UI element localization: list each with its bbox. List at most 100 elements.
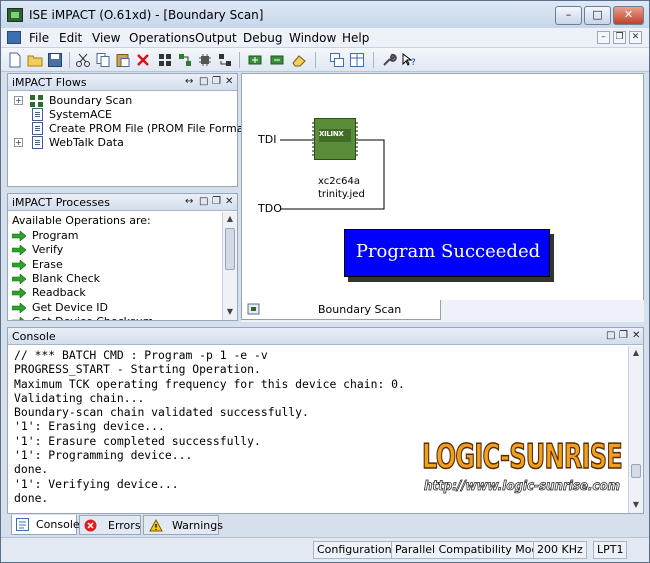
device-name: xc2c64a <box>318 176 360 187</box>
menu-edit[interactable]: Edit <box>59 31 82 45</box>
menu-operations[interactable]: Operations <box>129 31 195 45</box>
close-button[interactable]: ✕ <box>613 6 644 25</box>
scroll-thumb[interactable] <box>225 228 235 270</box>
green-arrow-icon <box>12 316 25 320</box>
boundary-scan-tab-icon <box>247 303 260 315</box>
program-succeeded-banner: Program Succeeded <box>344 229 550 277</box>
tab-errors[interactable]: Errors <box>79 515 141 535</box>
processes-panel-header: iMPACT Processes ↔ □ ❐ ✕ <box>8 194 237 211</box>
erase-icon[interactable] <box>291 52 307 68</box>
minimize-button[interactable]: – <box>555 6 582 25</box>
cascade-icon[interactable] <box>329 52 345 68</box>
flow-item-label: SystemACE <box>49 108 112 121</box>
chain2-icon[interactable] <box>177 52 193 68</box>
copy-icon[interactable] <box>95 52 111 68</box>
processes-scrollbar[interactable]: ▲ ▼ <box>222 212 237 320</box>
operation-label: Blank Check <box>32 271 101 285</box>
tab-boundary-scan[interactable]: Boundary Scan <box>241 300 441 320</box>
toolbar-separator <box>315 52 316 68</box>
add-device-icon[interactable] <box>247 52 263 68</box>
flow-item-webtalk[interactable]: + WebTalk Data <box>8 136 236 150</box>
status-cable-mode: Parallel Compatibility Mode <box>391 541 550 559</box>
green-arrow-icon <box>12 302 26 313</box>
document-icon <box>32 136 43 149</box>
document-icon <box>32 108 43 121</box>
document-window-icon[interactable] <box>7 31 21 44</box>
tab-warnings[interactable]: Warnings <box>143 515 223 535</box>
maximize-icon[interactable]: ❐ <box>619 330 628 341</box>
paste-icon[interactable] <box>115 52 131 68</box>
whats-this-icon[interactable]: ? <box>401 52 417 68</box>
title-bar[interactable]: ISE iMPACT (O.61xd) - [Boundary Scan] – … <box>1 1 649 29</box>
cut-icon[interactable] <box>75 52 91 68</box>
flow-item-systemace[interactable]: SystemACE <box>8 108 236 122</box>
float-icon[interactable]: ↔ <box>185 196 193 207</box>
flow-item-label: Create PROM File (PROM File Format... <box>49 122 259 135</box>
operation-label: Get Device ID <box>32 300 108 314</box>
new-icon[interactable] <box>7 52 23 68</box>
flows-panel: iMPACT Flows ↔ □ ❐ ✕ + Boundary Scan Sys… <box>7 73 258 187</box>
menu-view[interactable]: View <box>92 31 120 45</box>
maximize-icon[interactable]: ❐ <box>212 196 221 207</box>
console-line: Boundary-scan chain validated successful… <box>14 405 309 420</box>
green-arrow-icon <box>12 273 26 284</box>
menu-output[interactable]: Output <box>195 31 237 45</box>
maximize-icon[interactable]: ❐ <box>212 76 221 87</box>
console-line: // *** BATCH CMD : Program -p 1 -e -v <box>14 348 268 362</box>
console-scrollbar[interactable]: ▲ ▼ <box>628 346 643 513</box>
chip-logo-text: XILINX <box>319 130 344 138</box>
restore-icon[interactable]: □ <box>199 196 208 207</box>
operation-label: Get Device Checksum <box>32 315 153 320</box>
boundary-scan-canvas[interactable]: TDI TDO XILINX xc2c64a trinity.jed Progr… <box>241 73 644 321</box>
menu-file[interactable]: File <box>29 31 49 45</box>
operation-label: Readback <box>32 286 86 300</box>
impact-app-icon <box>7 8 23 22</box>
chain3-icon[interactable] <box>217 52 233 68</box>
close-icon[interactable]: ✕ <box>225 76 233 87</box>
menu-debug[interactable]: Debug <box>243 31 282 45</box>
console-line: Validating chain... <box>14 390 145 405</box>
chain-icon[interactable] <box>157 52 173 68</box>
flows-panel-header: iMPACT Flows ↔ □ ❐ ✕ <box>8 74 237 91</box>
close-icon[interactable]: ✕ <box>632 330 640 341</box>
add-device2-icon[interactable] <box>269 52 285 68</box>
open-icon[interactable] <box>27 52 43 68</box>
tab-label: Boundary Scan <box>318 303 402 316</box>
tab-console[interactable]: Console <box>11 515 80 535</box>
menu-bar: File Edit View Operations Output Debug W… <box>1 28 649 48</box>
tab-label: Errors <box>108 519 141 532</box>
mdi-minimize-button[interactable]: – <box>597 31 610 44</box>
restore-icon[interactable]: □ <box>199 76 208 87</box>
save-icon[interactable] <box>47 52 63 68</box>
float-icon[interactable]: ↔ <box>185 76 193 87</box>
expand-icon[interactable]: + <box>14 138 23 147</box>
device-file: trinity.jed <box>318 189 365 200</box>
app-window: ISE iMPACT (O.61xd) - [Boundary Scan] – … <box>0 0 650 563</box>
operation-label: Verify <box>32 243 64 257</box>
canvas-tab-strip: Boundary Scan <box>241 300 644 322</box>
tab-label: Console <box>36 518 80 531</box>
flow-item-label: WebTalk Data <box>49 136 124 149</box>
close-icon[interactable]: ✕ <box>225 196 233 207</box>
menu-help[interactable]: Help <box>342 31 369 45</box>
mdi-close-button[interactable]: ✕ <box>629 31 642 44</box>
restore-icon[interactable]: □ <box>606 330 615 341</box>
scroll-down-icon[interactable]: ▼ <box>224 306 236 318</box>
scroll-thumb[interactable] <box>631 464 641 478</box>
logic-sunrise-watermark: LOGIC-SUNRISE http://www.logic-sunrise.c… <box>421 436 624 494</box>
menu-window[interactable]: Window <box>289 31 336 45</box>
wrench-icon[interactable] <box>381 52 397 68</box>
flow-item-boundary-scan[interactable]: + Boundary Scan <box>8 94 236 108</box>
debug-icon[interactable] <box>197 52 213 68</box>
scroll-down-icon[interactable]: ▼ <box>630 499 642 511</box>
green-arrow-icon <box>12 288 26 299</box>
flow-item-create-prom[interactable]: Create PROM File (PROM File Format... <box>8 122 258 136</box>
scroll-up-icon[interactable]: ▲ <box>224 213 236 225</box>
delete-icon[interactable] <box>135 52 151 68</box>
expand-icon[interactable]: + <box>14 96 23 105</box>
tile-icon[interactable] <box>349 52 365 68</box>
scroll-up-icon[interactable]: ▲ <box>630 347 642 359</box>
device-chip[interactable]: XILINX <box>312 118 358 160</box>
mdi-restore-button[interactable]: ❐ <box>613 31 626 44</box>
maximize-button[interactable]: □ <box>584 6 611 25</box>
